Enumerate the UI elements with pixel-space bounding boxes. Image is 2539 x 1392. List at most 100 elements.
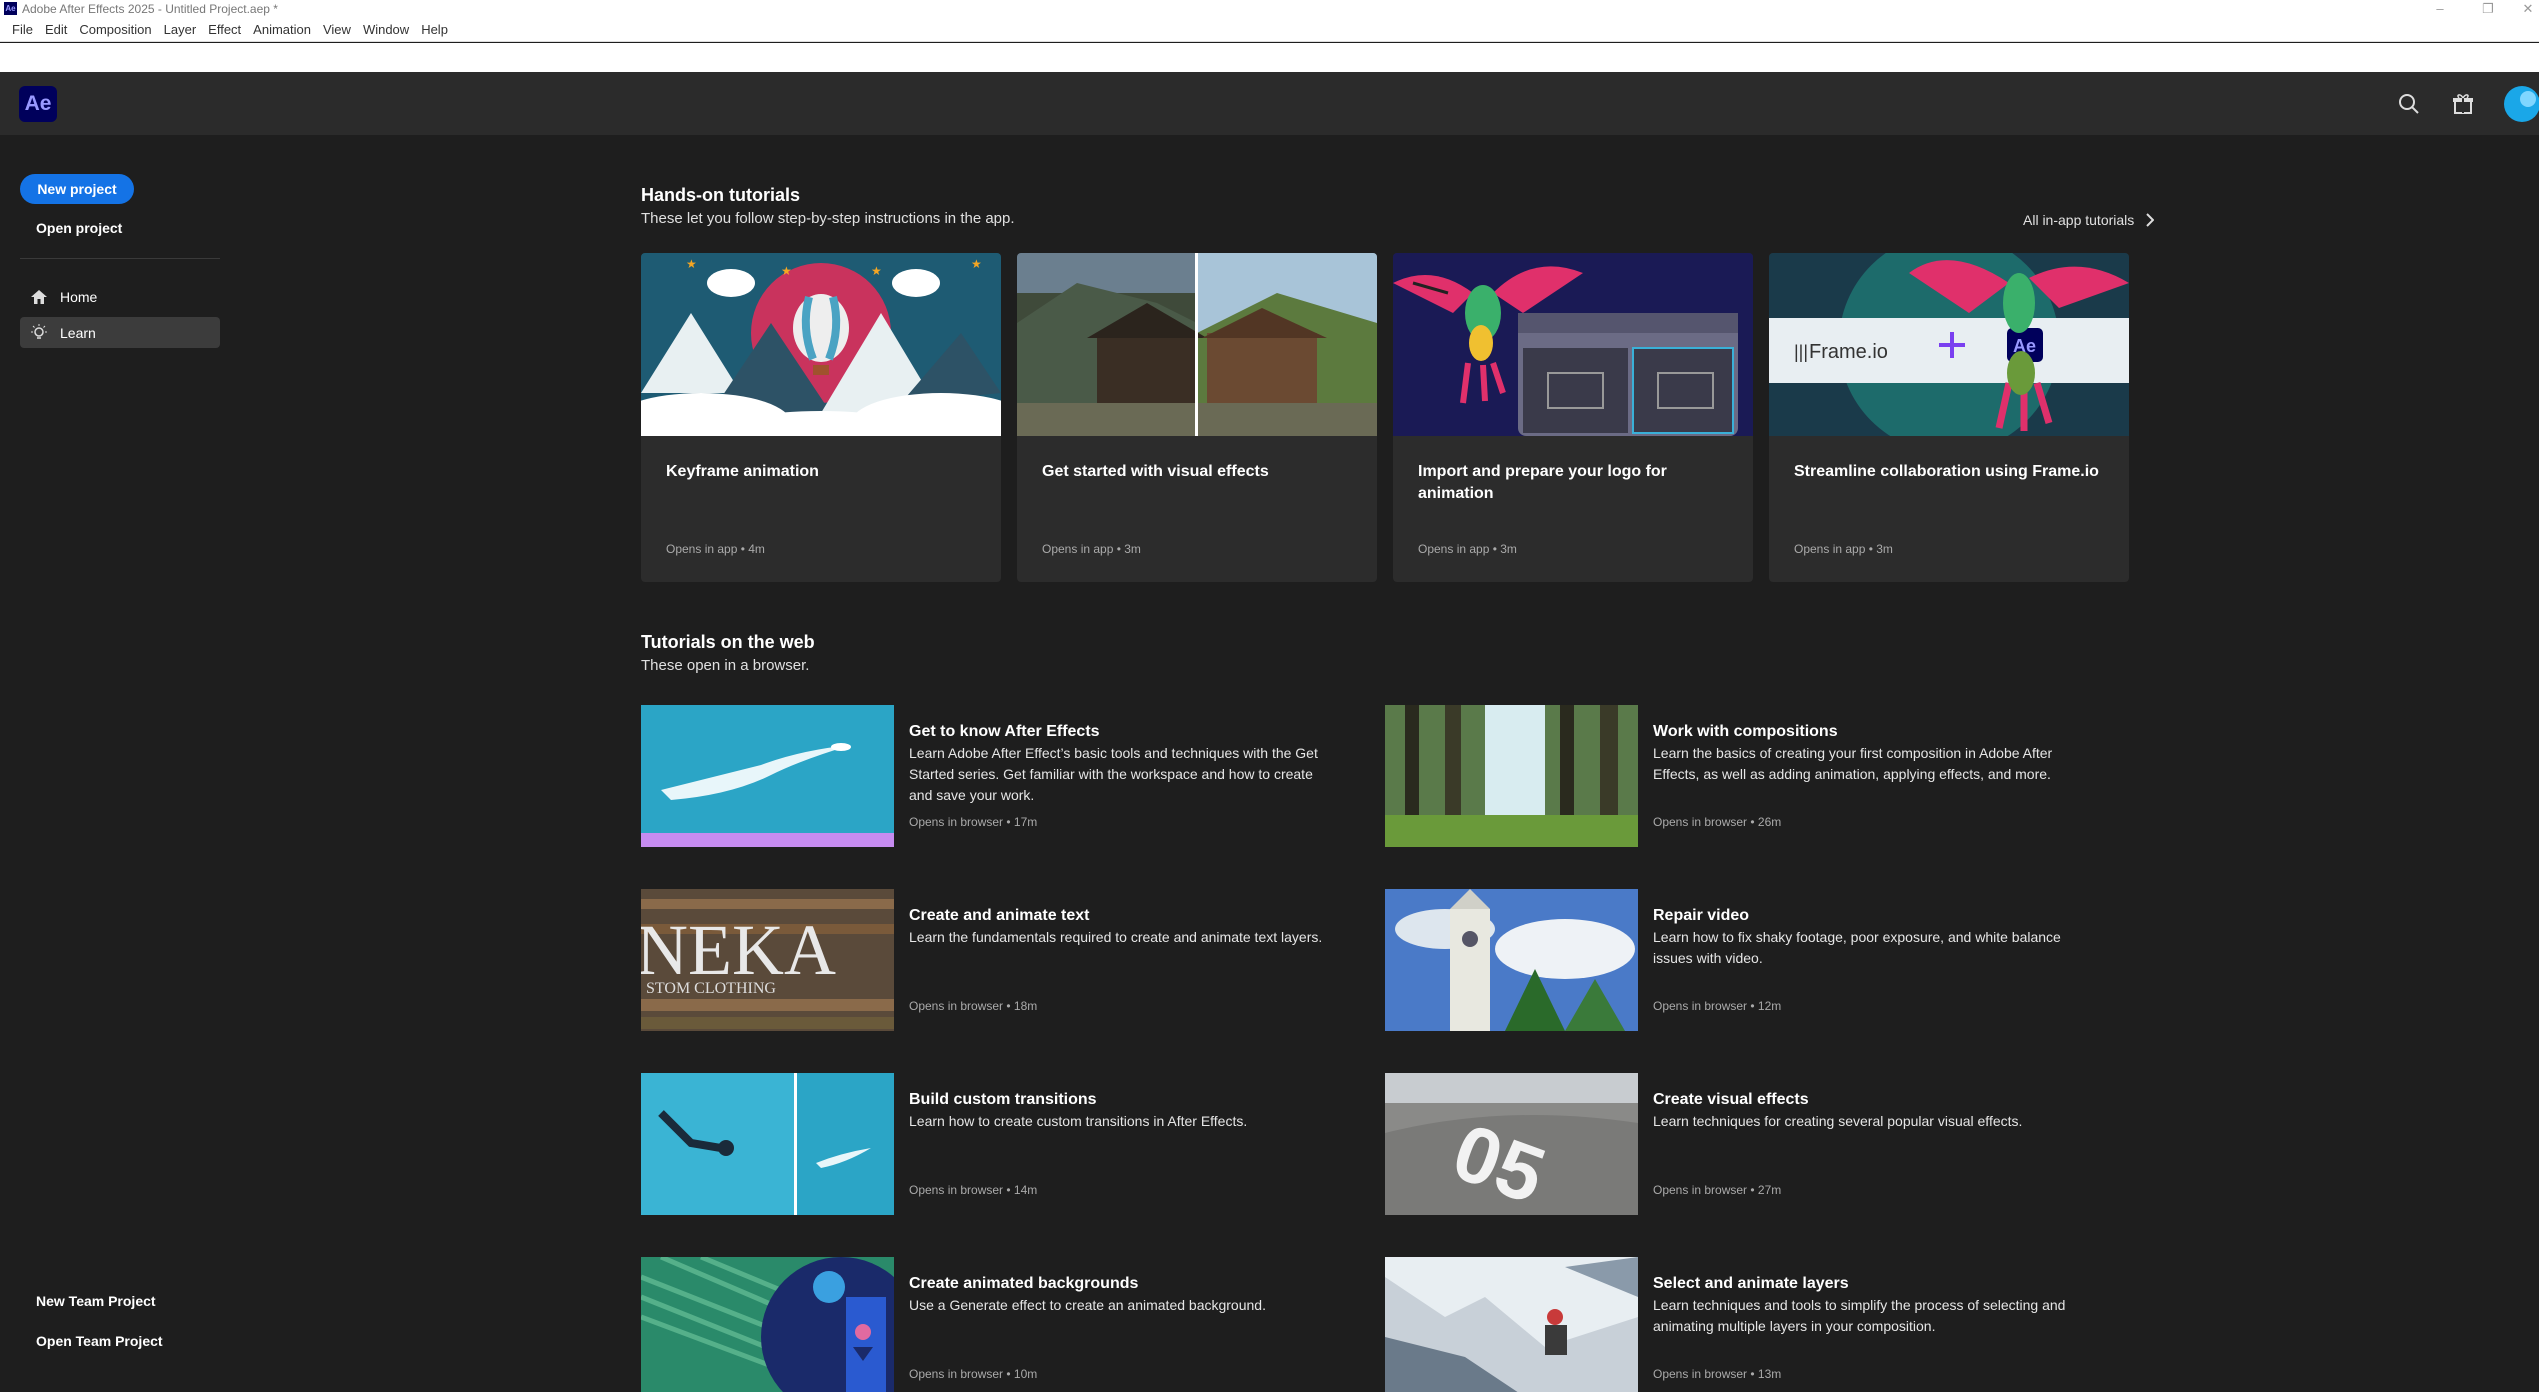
web-tutorial-visual-effects[interactable]: 05 Create visual effects Learn technique… xyxy=(1385,1073,2125,1215)
menu-file[interactable]: File xyxy=(6,18,39,41)
menu-layer[interactable]: Layer xyxy=(158,18,203,41)
item-description: Learn the fundamentals required to creat… xyxy=(909,929,1323,945)
new-team-project-button[interactable]: New Team Project xyxy=(36,1293,156,1309)
restore-icon[interactable]: ❐ xyxy=(2477,0,2499,18)
web-tutorial-transitions[interactable]: Build custom transitions Learn how to cr… xyxy=(641,1073,1381,1215)
open-project-button[interactable]: Open project xyxy=(36,220,122,236)
item-title: Create animated backgrounds xyxy=(909,1275,1139,1292)
item-title: Repair video xyxy=(1653,907,1750,924)
item-thumbnail xyxy=(1385,889,1638,1031)
tutorial-card-visual-effects[interactable]: Get started with visual effects Opens in… xyxy=(1017,253,1377,582)
web-tutorial-select-layers[interactable]: Select and animate layers Learn techniqu… xyxy=(1385,1257,2125,1392)
item-thumbnail xyxy=(641,1257,894,1392)
card-title: Get started with visual effects xyxy=(1042,463,1269,480)
card-title: Streamline collaboration using Frame.io xyxy=(1794,463,2099,480)
item-meta: Opens in browser • 10m xyxy=(909,1367,1038,1381)
card-title: Keyframe animation xyxy=(666,463,819,480)
item-meta: Opens in browser • 13m xyxy=(1653,1367,1782,1381)
toolbar-strip xyxy=(0,43,2539,72)
sidebar-item-learn[interactable]: Learn xyxy=(20,317,220,348)
menu-animation[interactable]: Animation xyxy=(247,18,317,41)
item-thumbnail xyxy=(641,705,894,847)
card-thumbnail xyxy=(1393,253,1753,436)
menu-view[interactable]: View xyxy=(317,18,357,41)
menu-effect[interactable]: Effect xyxy=(202,18,247,41)
item-title: Work with compositions xyxy=(1653,723,1838,740)
svg-text:★: ★ xyxy=(971,257,982,271)
hands-on-subtitle: These let you follow step-by-step instru… xyxy=(641,210,1015,227)
svg-text:★: ★ xyxy=(871,264,882,278)
svg-text:|||: ||| xyxy=(1794,342,1808,362)
frameio-logo-text: Frame.io xyxy=(1809,341,1888,363)
item-description: Learn how to fix shaky footage, poor exp… xyxy=(1653,929,2061,966)
thumb-text: NEKA xyxy=(641,910,836,990)
svg-text:★: ★ xyxy=(781,264,792,278)
menu-edit[interactable]: Edit xyxy=(39,18,73,41)
item-meta: Opens in browser • 18m xyxy=(909,999,1038,1013)
tutorial-card-frameio[interactable]: Frame.io ||| Ae Streamline collaboration… xyxy=(1769,253,2129,582)
window-title: Adobe After Effects 2025 - Untitled Proj… xyxy=(22,2,278,16)
sidebar-item-label: Learn xyxy=(60,324,96,341)
card-meta: Opens in app • 3m xyxy=(1042,542,1141,556)
sidebar-item-label: Home xyxy=(60,288,98,305)
menu-window[interactable]: Window xyxy=(357,18,415,41)
profile-icon[interactable] xyxy=(2502,86,2539,122)
menu-bar: File Edit Composition Layer Effect Anima… xyxy=(0,18,2539,42)
new-project-button[interactable]: New project xyxy=(20,174,134,204)
item-thumbnail xyxy=(641,1073,894,1215)
item-meta: Opens in browser • 12m xyxy=(1653,999,1782,1013)
menu-help[interactable]: Help xyxy=(415,18,454,41)
web-tutorial-repair-video[interactable]: Repair video Learn how to fix shaky foot… xyxy=(1385,889,2125,1031)
app-icon: Ae xyxy=(4,2,17,15)
web-tutorials-subtitle: These open in a browser. xyxy=(641,657,810,674)
search-icon[interactable] xyxy=(2393,88,2425,120)
card-thumbnail: Frame.io ||| Ae xyxy=(1769,253,2129,436)
item-title: Select and animate layers xyxy=(1653,1275,1849,1292)
card-title: Import and prepare your logo for animati… xyxy=(1418,463,1667,502)
home-icon xyxy=(31,289,47,304)
web-tutorials-title: Tutorials on the web xyxy=(641,632,815,652)
item-thumbnail xyxy=(1385,705,1638,847)
item-title: Get to know After Effects xyxy=(909,723,1100,740)
all-tutorials-label: All in-app tutorials xyxy=(2023,212,2135,228)
all-in-app-tutorials-link[interactable]: All in-app tutorials xyxy=(2023,212,2155,228)
item-meta: Opens in browser • 26m xyxy=(1653,815,1782,829)
item-title: Create visual effects xyxy=(1653,1091,1809,1108)
close-icon[interactable]: ✕ xyxy=(2517,0,2539,18)
web-tutorial-animate-text[interactable]: NEKA STOM CLOTHING Create and animate te… xyxy=(641,889,1381,1031)
sidebar-item-home[interactable]: Home xyxy=(20,281,220,312)
card-meta: Opens in app • 4m xyxy=(666,542,765,556)
card-thumbnail: ★ ★ ★ ★ xyxy=(641,253,1001,436)
open-team-project-button[interactable]: Open Team Project xyxy=(36,1333,163,1349)
thumb-subtext: STOM CLOTHING xyxy=(646,980,776,997)
window-titlebar: Ae Adobe After Effects 2025 - Untitled P… xyxy=(0,0,2539,18)
sidebar-divider xyxy=(20,258,220,259)
item-description: Learn how to create custom transitions i… xyxy=(909,1113,1248,1129)
gift-icon[interactable] xyxy=(2447,88,2479,120)
item-title: Create and animate text xyxy=(909,907,1090,924)
menu-composition[interactable]: Composition xyxy=(73,18,157,41)
web-tutorial-animated-backgrounds[interactable]: Create animated backgrounds Use a Genera… xyxy=(641,1257,1381,1392)
item-description: Learn the basics of creating your first … xyxy=(1653,745,2053,782)
item-meta: Opens in browser • 14m xyxy=(909,1183,1038,1197)
item-thumbnail: NEKA STOM CLOTHING xyxy=(641,889,894,1031)
tutorial-card-keyframe[interactable]: ★ ★ ★ ★ Keyframe animation Opens in app … xyxy=(641,253,1001,582)
minimize-icon[interactable]: – xyxy=(2429,0,2451,18)
web-tutorial-compositions[interactable]: Work with compositions Learn the basics … xyxy=(1385,705,2125,847)
item-title: Build custom transitions xyxy=(909,1091,1097,1108)
item-thumbnail: 05 xyxy=(1385,1073,1638,1215)
ae-logo: Ae xyxy=(19,86,57,122)
chevron-right-icon xyxy=(2146,213,2155,227)
web-tutorial-get-to-know[interactable]: Get to know After Effects Learn Adobe Af… xyxy=(641,705,1381,847)
item-thumbnail xyxy=(1385,1257,1638,1392)
item-meta: Opens in browser • 27m xyxy=(1653,1183,1782,1197)
item-description: Learn techniques for creating several po… xyxy=(1653,1113,2023,1129)
card-thumbnail xyxy=(1017,253,1377,436)
item-description: Learn techniques and tools to simplify t… xyxy=(1653,1297,2066,1334)
item-meta: Opens in browser • 17m xyxy=(909,815,1038,829)
card-meta: Opens in app • 3m xyxy=(1418,542,1517,556)
home-header xyxy=(0,72,2539,135)
tutorial-card-import-logo[interactable]: Import and prepare your logo for animati… xyxy=(1393,253,1753,582)
lightbulb-icon xyxy=(31,323,47,339)
item-description: Use a Generate effect to create an anima… xyxy=(909,1297,1266,1313)
